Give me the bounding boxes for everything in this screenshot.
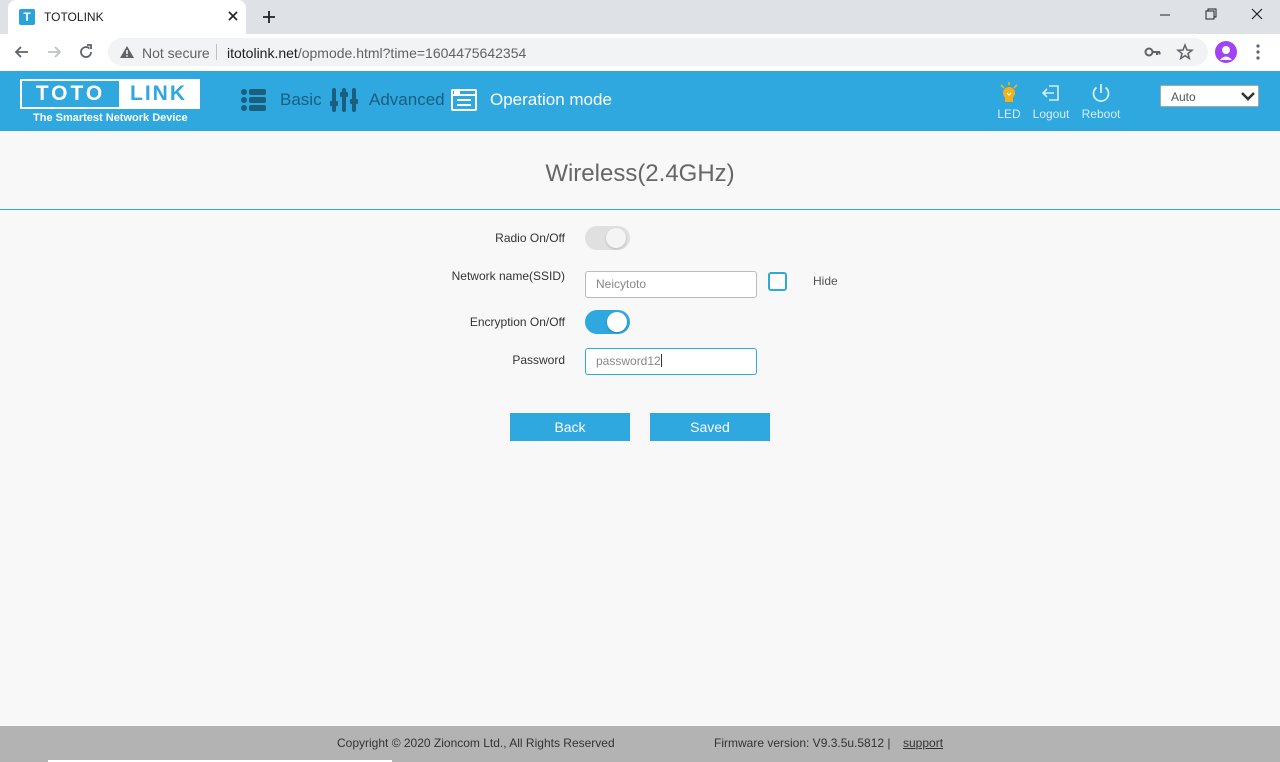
url-host: itotolink.net [227,45,298,61]
language-value: Auto [1171,90,1196,104]
security-status: Not secure [142,45,210,61]
nav-operation-mode-label: Operation mode [490,90,612,109]
password-label: Password [512,353,565,367]
page-title: Wireless(2.4GHz) [545,160,735,187]
profile-avatar-icon[interactable] [1215,41,1237,63]
bookmark-star-icon[interactable] [1176,43,1194,61]
logo-text-left: TOTO [35,82,106,105]
password-value: password12 [596,354,661,368]
totolink-favicon-icon: T [19,9,35,25]
key-icon[interactable] [1144,44,1162,60]
browser-tab-strip: T TOTOLINK [0,0,1280,34]
tab-title: TOTOLINK [44,10,104,24]
language-select[interactable]: Auto [1160,85,1259,107]
encryption-label: Encryption On/Off [469,315,565,329]
nav-advanced-label: Advanced [369,90,445,109]
reload-icon[interactable] [76,42,96,62]
copyright-text: Copyright © 2020 Zioncom Ltd., All Right… [337,736,615,750]
logo-text-right: LINK [119,81,198,107]
browser-toolbar: Not secure itotolink.net/opmode.html?tim… [0,34,1280,71]
window-minimize-icon[interactable] [1142,0,1188,30]
power-icon [1092,84,1110,102]
firmware-version: Firmware version: V9.3.5u.5812 | [714,736,891,750]
ssid-label: Network name(SSID) [451,269,565,283]
encryption-toggle-knob [607,312,627,332]
logout-icon [1041,85,1059,101]
logout-button[interactable]: Logout [1026,82,1076,126]
forward-arrow-icon[interactable] [44,42,64,62]
list-icon [241,89,266,111]
text-caret [660,354,662,367]
password-input[interactable]: password12 [585,348,757,375]
url-text: itotolink.net/opmode.html?time=160447564… [227,45,526,61]
totolink-logo[interactable]: TOTO LINK [20,79,200,109]
nav-basic-label: Basic [280,90,322,109]
footer: Copyright © 2020 Zioncom Ltd., All Right… [0,726,1280,762]
led-bulb-icon [1000,82,1018,102]
url-path: /opmode.html?time=1604475642354 [297,45,527,61]
encryption-toggle[interactable] [585,310,630,334]
window-close-icon[interactable] [1234,0,1280,30]
ssid-input[interactable]: Neicytoto [585,271,757,298]
new-tab-plus-icon[interactable] [260,8,278,26]
chevron-down-icon [1241,92,1255,101]
address-bar[interactable]: Not secure itotolink.net/opmode.html?tim… [108,38,1208,66]
router-header: TOTO LINK The Smartest Network Device Ba… [0,71,1280,131]
back-arrow-icon[interactable] [12,42,32,62]
hide-ssid-checkbox[interactable] [768,272,787,291]
reboot-button[interactable]: Reboot [1076,82,1126,126]
back-button[interactable]: Back [510,413,630,441]
window-restore-icon[interactable] [1188,0,1234,30]
browser-menu-icon[interactable] [1250,43,1266,61]
save-button[interactable]: Saved [650,413,770,441]
radio-toggle-knob [606,228,626,248]
radio-toggle[interactable] [585,226,630,250]
operation-mode-icon [451,89,477,111]
warning-triangle-icon[interactable] [119,44,135,60]
browser-tab[interactable]: T TOTOLINK [8,0,246,34]
radio-label: Radio On/Off [495,231,565,245]
close-tab-icon[interactable] [225,8,241,24]
sliders-icon [330,88,358,112]
logo-tagline: The Smartest Network Device [33,112,188,124]
hide-ssid-label: Hide [813,274,838,288]
logout-label: Logout [1032,107,1070,121]
title-divider [0,209,1280,210]
reboot-label: Reboot [1081,107,1121,121]
address-separator [216,44,217,60]
support-link[interactable]: support [903,736,943,750]
